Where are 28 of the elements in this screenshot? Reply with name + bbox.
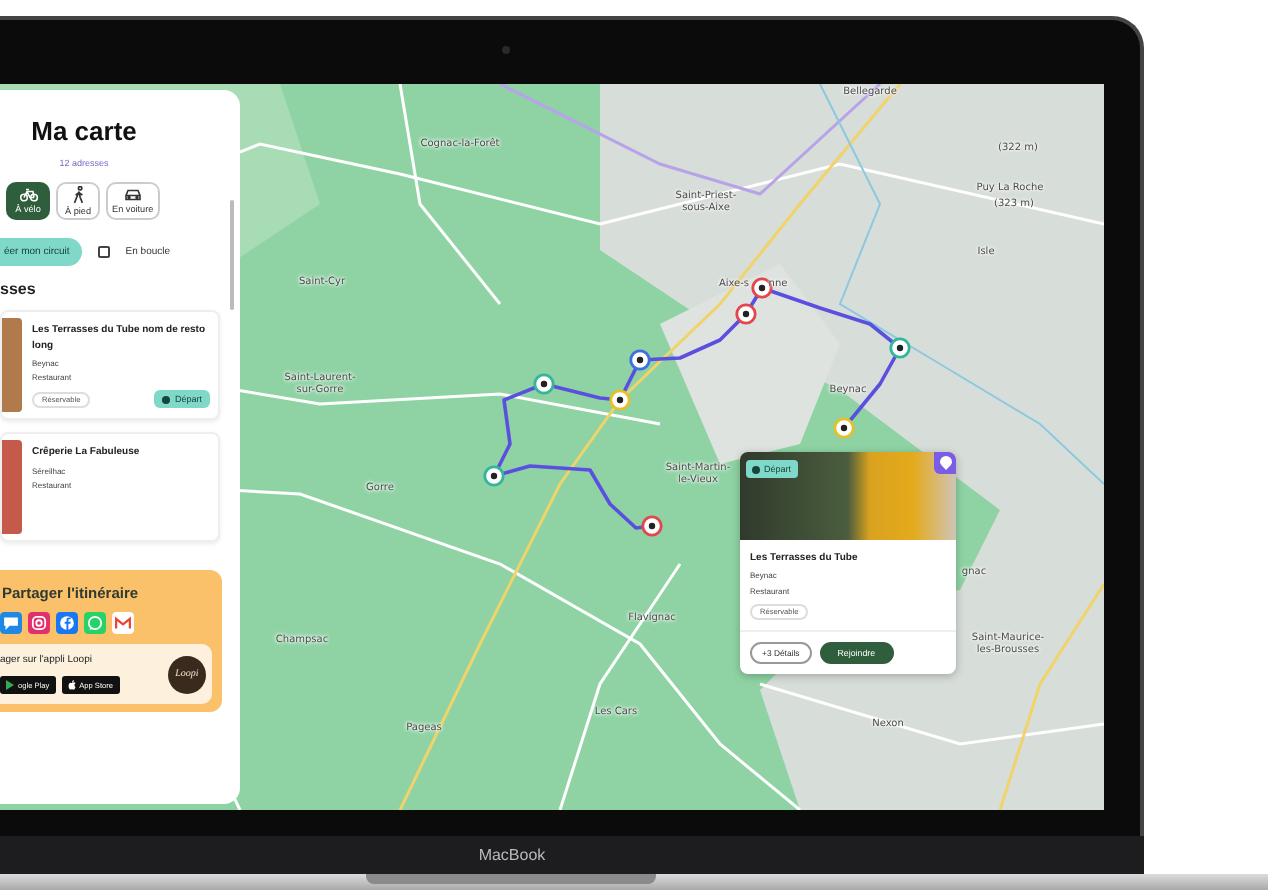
play-icon — [6, 680, 14, 690]
map-pin-badge[interactable] — [934, 452, 956, 474]
map-marker[interactable] — [609, 389, 631, 411]
map-marker[interactable] — [629, 349, 651, 371]
apple-icon — [67, 680, 76, 690]
start-icon — [752, 465, 760, 473]
facebook-icon[interactable] — [56, 612, 78, 634]
map-pin-icon — [939, 456, 951, 470]
map-marker[interactable] — [533, 373, 555, 395]
map-marker[interactable] — [889, 337, 911, 359]
map-marker[interactable] — [833, 417, 855, 439]
photo-placeholder — [2, 318, 22, 412]
photo-placeholder — [2, 440, 22, 534]
mail-icon[interactable] — [112, 612, 134, 634]
instagram-icon[interactable] — [28, 612, 50, 634]
map-marker[interactable] — [641, 515, 663, 537]
message-bubble-icon[interactable] — [0, 612, 22, 634]
walking-person-icon — [71, 186, 85, 204]
car-icon — [123, 188, 142, 202]
panel-title: Ma carte — [31, 116, 137, 146]
brand-label: MacBook — [478, 846, 546, 864]
loop-checkbox[interactable] — [97, 246, 110, 258]
bicycle-icon — [19, 188, 37, 202]
start-icon — [162, 395, 171, 403]
section-title: sses — [0, 280, 38, 298]
map-marker[interactable] — [483, 465, 505, 487]
map-marker[interactable] — [735, 303, 757, 325]
map-marker[interactable] — [751, 277, 773, 299]
